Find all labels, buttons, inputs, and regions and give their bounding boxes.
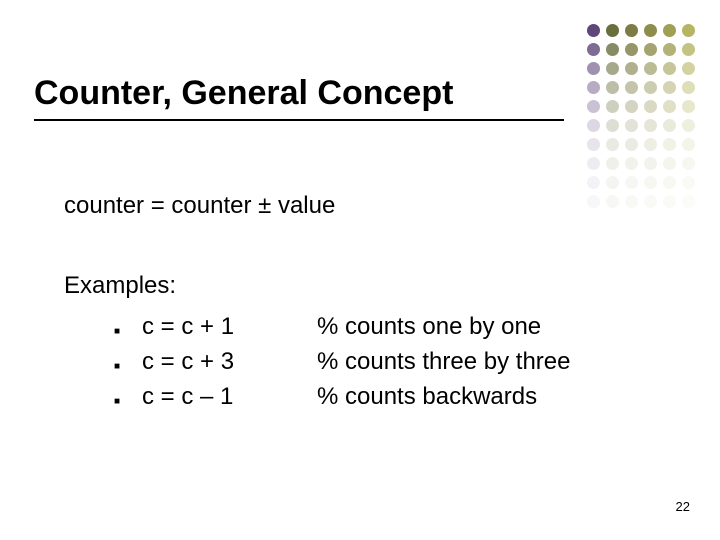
square-bullet-icon: ■ [114,320,142,344]
examples-heading: Examples: [64,270,624,302]
list-item: ■ c = c + 1 % counts one by one [114,311,624,344]
square-bullet-icon: ■ [114,390,142,414]
example-comment: % counts one by one [317,311,541,343]
title-block: Counter, General Concept [34,74,574,121]
square-bullet-icon: ■ [114,355,142,379]
page-number: 22 [676,499,690,514]
example-comment: % counts three by three [317,346,570,378]
decorative-dot-grid [587,24,696,209]
list-item: ■ c = c – 1 % counts backwards [114,381,624,414]
example-expression: c = c – 1 [142,381,317,413]
examples-list: ■ c = c + 1 % counts one by one ■ c = c … [64,311,624,414]
list-item: ■ c = c + 3 % counts three by three [114,346,624,379]
example-expression: c = c + 3 [142,346,317,378]
example-expression: c = c + 1 [142,311,317,343]
slide: Counter, General Concept counter = count… [0,0,720,540]
example-comment: % counts backwards [317,381,537,413]
slide-title: Counter, General Concept [34,74,574,113]
title-rule [34,119,564,121]
counter-formula: counter = counter ± value [64,190,624,222]
slide-body: counter = counter ± value Examples: ■ c … [64,190,624,416]
